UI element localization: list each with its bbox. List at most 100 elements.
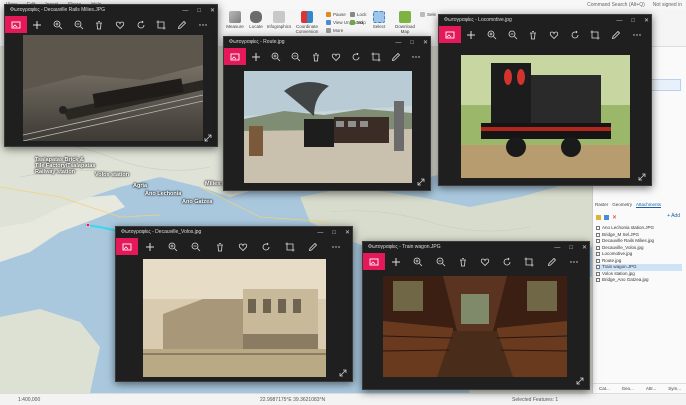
more-button[interactable] [411, 52, 421, 62]
select-small-button[interactable]: Sele [420, 12, 436, 17]
maximize-button[interactable]: □ [197, 8, 201, 14]
crop-button[interactable] [590, 30, 600, 40]
zoom-out-button[interactable] [191, 242, 201, 252]
photo-viewer-window[interactable]: Φωτογραφίες - Locomotive.jpg — □ ✕ [438, 14, 652, 186]
delete-button[interactable] [528, 30, 538, 40]
tab-raster[interactable]: Raster [595, 202, 608, 208]
map-scale[interactable]: 1:400,000 [18, 397, 40, 403]
zoom-out-button[interactable] [508, 30, 518, 40]
maximize-button[interactable]: □ [332, 230, 336, 236]
close-button[interactable]: ✕ [345, 229, 350, 236]
edit-button[interactable] [611, 30, 621, 40]
collection-button[interactable] [363, 253, 385, 270]
minimize-button[interactable]: — [395, 40, 401, 46]
tab-geometry[interactable]: Geometry [612, 202, 632, 208]
maximize-button[interactable]: □ [410, 40, 414, 46]
map-button[interactable]: Map [350, 20, 366, 25]
infographics-button[interactable]: Infographics [266, 11, 292, 29]
coordinate-conversion-button[interactable]: Coordinate Conversion [292, 11, 322, 34]
collection-button[interactable] [439, 26, 461, 43]
measure-button[interactable]: Measure [224, 11, 246, 29]
rotate-button[interactable] [351, 52, 361, 62]
more-button[interactable] [632, 30, 642, 40]
photo-viewer-window[interactable]: Φωτογραφίες - Decauville Rails Milies.JP… [4, 4, 218, 147]
folder-icon[interactable] [596, 215, 601, 220]
maximize-button[interactable]: □ [569, 245, 573, 251]
select-button[interactable]: Select [368, 11, 390, 29]
delete-icon[interactable]: ✕ [612, 214, 617, 221]
attachment-checkbox[interactable] [596, 232, 600, 237]
zoom-in-button[interactable] [168, 242, 178, 252]
more-button[interactable] [331, 242, 341, 252]
attachment-checkbox[interactable] [596, 258, 600, 263]
edit-button[interactable] [177, 20, 187, 30]
favorite-button[interactable] [549, 30, 559, 40]
delete-button[interactable] [458, 257, 468, 267]
add-attachment-button[interactable]: + Add [667, 213, 680, 219]
station-point[interactable] [85, 222, 91, 228]
zoom-out-button[interactable] [436, 257, 446, 267]
favorite-button[interactable] [480, 257, 490, 267]
attachment-checkbox[interactable] [596, 239, 600, 244]
download-map-button[interactable]: Download Map [392, 11, 418, 34]
minimize-button[interactable]: — [616, 18, 622, 24]
close-button[interactable]: ✕ [210, 7, 215, 14]
attachment-item[interactable]: Bridge_Ano Gatzea.jpg [596, 277, 682, 284]
account-status[interactable]: Not signed in [653, 2, 682, 8]
expand-icon[interactable] [576, 377, 584, 385]
close-button[interactable]: ✕ [582, 244, 587, 251]
zoom-in-button[interactable] [271, 52, 281, 62]
collection-button[interactable] [116, 238, 138, 255]
expand-icon[interactable] [417, 178, 425, 186]
crop-button[interactable] [156, 20, 166, 30]
minimize-button[interactable]: — [317, 230, 323, 236]
add-button[interactable] [32, 20, 42, 30]
delete-button[interactable] [311, 52, 321, 62]
locate-button[interactable]: Locate [245, 11, 267, 29]
photo-viewer-window[interactable]: Φωτογραφίες - Route.jpg — □ ✕ [223, 36, 431, 191]
more-button[interactable] [198, 20, 208, 30]
minimize-button[interactable]: — [554, 245, 560, 251]
add-button[interactable] [251, 52, 261, 62]
favorite-button[interactable] [238, 242, 248, 252]
add-button[interactable] [391, 257, 401, 267]
close-button[interactable]: ✕ [423, 39, 428, 46]
attachment-checkbox[interactable] [596, 278, 600, 283]
delete-button[interactable] [94, 20, 104, 30]
footer-tab-geo[interactable]: Geo... [622, 386, 634, 391]
crop-button[interactable] [524, 257, 534, 267]
crop-button[interactable] [371, 52, 381, 62]
crop-button[interactable] [285, 242, 295, 252]
expand-icon[interactable] [638, 173, 646, 181]
expand-icon[interactable] [339, 369, 347, 377]
collection-button[interactable] [5, 16, 27, 33]
favorite-button[interactable] [115, 20, 125, 30]
attachment-checkbox[interactable] [596, 245, 600, 250]
rotate-button[interactable] [570, 30, 580, 40]
photo-viewer-window[interactable]: Φωτογραφίες - Train wagon.JPG — □ ✕ [362, 241, 590, 390]
expand-icon[interactable] [204, 134, 212, 142]
more-button[interactable]: More [326, 28, 343, 33]
maximize-button[interactable]: □ [631, 18, 635, 24]
command-search[interactable]: Command Search (Alt+Q) [587, 2, 645, 8]
pause-button[interactable]: Pause [326, 12, 346, 17]
add-button[interactable] [466, 30, 476, 40]
zoom-out-button[interactable] [291, 52, 301, 62]
favorite-button[interactable] [331, 52, 341, 62]
attachment-checkbox[interactable] [596, 226, 600, 231]
footer-tab-catalog[interactable]: Cat... [599, 386, 610, 391]
add-button[interactable] [145, 242, 155, 252]
close-button[interactable]: ✕ [644, 17, 649, 24]
footer-tab-attributes[interactable]: Attr... [646, 386, 657, 391]
tab-attachments[interactable]: Attachments [636, 202, 662, 208]
zoom-out-button[interactable] [74, 20, 84, 30]
edit-button[interactable] [308, 242, 318, 252]
attachment-checkbox[interactable] [596, 252, 600, 257]
attachment-checkbox[interactable] [596, 265, 600, 270]
minimize-button[interactable]: — [182, 8, 188, 14]
edit-button[interactable] [391, 52, 401, 62]
rotate-button[interactable] [261, 242, 271, 252]
zoom-in-button[interactable] [53, 20, 63, 30]
photo-viewer-window[interactable]: Φωτογραφίες - Decauville_Volos.jpg — □ ✕ [115, 226, 353, 382]
attachment-checkbox[interactable] [596, 271, 600, 276]
